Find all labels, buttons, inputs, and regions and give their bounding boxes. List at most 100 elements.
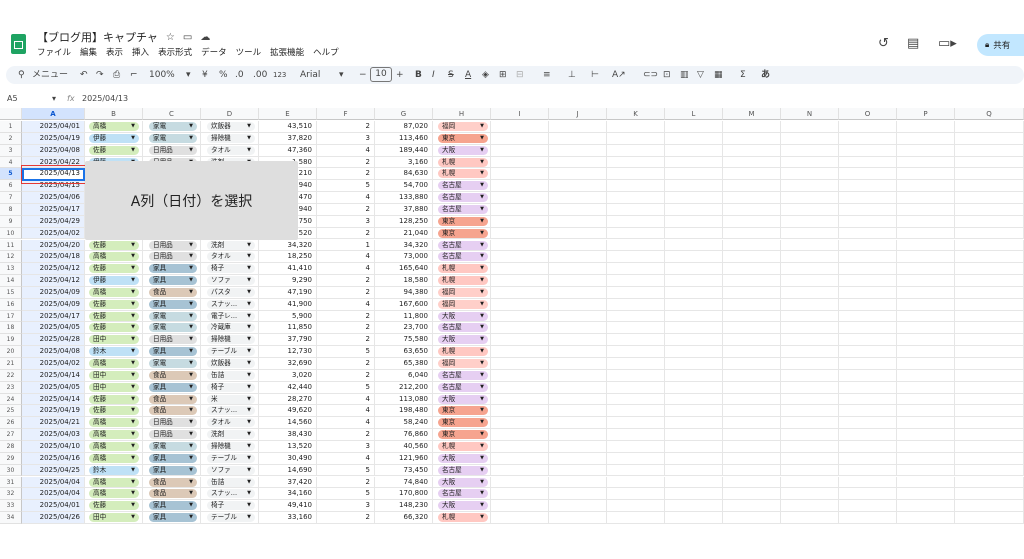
column-header-k[interactable]: K [607, 108, 665, 120]
empty-cell[interactable] [491, 512, 549, 524]
item-cell[interactable]: タオル ▼ [201, 144, 259, 157]
empty-cell[interactable] [491, 358, 549, 370]
quantity-cell[interactable]: 4 [317, 452, 375, 465]
text-color-icon[interactable]: A [465, 68, 471, 82]
category-cell[interactable]: 日用品 ▼ [143, 429, 201, 441]
column-header-o[interactable]: O [839, 108, 897, 120]
total-cell[interactable]: 113,460 [375, 132, 433, 145]
decrease-decimal-button[interactable]: .0 [235, 68, 244, 82]
empty-cell[interactable] [607, 215, 665, 228]
empty-cell[interactable] [723, 500, 781, 513]
total-cell[interactable]: 74,840 [375, 476, 433, 489]
total-cell[interactable]: 23,700 [375, 322, 433, 335]
total-cell[interactable]: 189,440 [375, 144, 433, 157]
date-cell[interactable]: 2025/04/01 [22, 121, 85, 133]
empty-cell[interactable] [549, 346, 607, 358]
chevron-down-icon[interactable]: ▼ [480, 264, 484, 273]
date-cell[interactable]: 2025/04/04 [22, 476, 85, 489]
total-cell[interactable]: 128,250 [375, 215, 433, 228]
item-cell[interactable]: タオル ▼ [201, 251, 259, 264]
chevron-down-icon[interactable]: ▼ [480, 335, 484, 344]
empty-cell[interactable] [781, 393, 839, 406]
date-cell[interactable]: 2025/04/03 [22, 429, 85, 441]
chevron-down-icon[interactable]: ▼ [189, 478, 193, 487]
chevron-down-icon[interactable]: ▼ [131, 359, 135, 368]
comment-icon[interactable]: ▤ [907, 36, 919, 51]
item-cell[interactable]: 掃除機 ▼ [201, 440, 259, 453]
chevron-down-icon[interactable]: ▼ [247, 300, 251, 309]
chevron-down-icon[interactable]: ▼ [480, 134, 484, 143]
empty-cell[interactable] [723, 393, 781, 406]
empty-cell[interactable] [781, 322, 839, 335]
city-chip[interactable]: 東京 ▼ [438, 133, 488, 143]
empty-cell[interactable] [897, 452, 955, 465]
empty-cell[interactable] [607, 369, 665, 382]
font-select[interactable]: Arial [300, 68, 320, 82]
item-chip[interactable]: タオル ▼ [207, 145, 255, 155]
empty-cell[interactable] [781, 180, 839, 193]
chevron-down-icon[interactable]: ▼ [480, 513, 484, 522]
empty-cell[interactable] [607, 180, 665, 193]
chevron-down-icon[interactable]: ▼ [480, 193, 484, 202]
empty-cell[interactable] [607, 310, 665, 323]
empty-cell[interactable] [665, 286, 723, 299]
chevron-down-icon[interactable]: ▼ [247, 122, 251, 131]
total-cell[interactable]: 40,560 [375, 440, 433, 453]
empty-cell[interactable] [607, 464, 665, 477]
item-chip[interactable]: 椅子 ▼ [207, 264, 255, 274]
price-cell[interactable]: 43,510 [259, 121, 317, 133]
date-cell[interactable]: 2025/04/12 [22, 263, 85, 276]
date-cell[interactable]: 2025/04/05 [22, 381, 85, 394]
empty-cell[interactable] [955, 440, 1024, 453]
empty-cell[interactable] [955, 168, 1024, 181]
empty-cell[interactable] [839, 156, 897, 169]
column-header-f[interactable]: F [317, 108, 375, 120]
category-chip[interactable]: 家具 ▼ [149, 501, 197, 511]
empty-cell[interactable] [897, 393, 955, 406]
column-header-p[interactable]: P [897, 108, 955, 120]
city-chip[interactable]: 名古屋 ▼ [438, 240, 488, 250]
item-cell[interactable]: 椅子 ▼ [201, 500, 259, 513]
quantity-cell[interactable]: 5 [317, 381, 375, 394]
empty-cell[interactable] [549, 144, 607, 157]
empty-cell[interactable] [549, 322, 607, 335]
date-cell[interactable]: 2025/04/19 [22, 405, 85, 418]
date-cell[interactable]: 2025/04/02 [22, 358, 85, 370]
empty-cell[interactable] [839, 286, 897, 299]
empty-cell[interactable] [955, 322, 1024, 335]
item-chip[interactable]: 椅子 ▼ [207, 382, 255, 392]
empty-cell[interactable] [781, 417, 839, 430]
name-box[interactable]: A5 [7, 94, 18, 103]
city-cell[interactable]: 福岡 ▼ [433, 121, 491, 133]
empty-cell[interactable] [955, 251, 1024, 264]
empty-cell[interactable] [491, 369, 549, 382]
empty-cell[interactable] [665, 452, 723, 465]
empty-cell[interactable] [839, 180, 897, 193]
empty-cell[interactable] [491, 440, 549, 453]
date-cell[interactable]: 2025/04/09 [22, 298, 85, 311]
city-chip[interactable]: 札幌 ▼ [438, 513, 488, 523]
empty-cell[interactable] [897, 168, 955, 181]
empty-cell[interactable] [781, 429, 839, 441]
empty-cell[interactable] [839, 168, 897, 181]
empty-cell[interactable] [549, 227, 607, 240]
empty-cell[interactable] [665, 227, 723, 240]
category-cell[interactable]: 食品 ▼ [143, 369, 201, 382]
person-chip[interactable]: 高橋 ▼ [89, 122, 139, 131]
total-cell[interactable]: 170,800 [375, 488, 433, 501]
category-cell[interactable]: 家具 ▼ [143, 263, 201, 276]
city-cell[interactable]: 名古屋 ▼ [433, 180, 491, 193]
person-chip[interactable]: 佐藤 ▼ [89, 145, 139, 155]
total-cell[interactable]: 11,800 [375, 310, 433, 323]
empty-cell[interactable] [607, 263, 665, 276]
empty-cell[interactable] [665, 358, 723, 370]
empty-cell[interactable] [955, 393, 1024, 406]
category-cell[interactable]: 食品 ▼ [143, 405, 201, 418]
empty-cell[interactable] [839, 334, 897, 347]
empty-cell[interactable] [665, 121, 723, 133]
row-header[interactable]: 18 [0, 322, 22, 335]
price-cell[interactable]: 30,490 [259, 452, 317, 465]
empty-cell[interactable] [549, 464, 607, 477]
empty-cell[interactable] [607, 322, 665, 335]
empty-cell[interactable] [897, 369, 955, 382]
